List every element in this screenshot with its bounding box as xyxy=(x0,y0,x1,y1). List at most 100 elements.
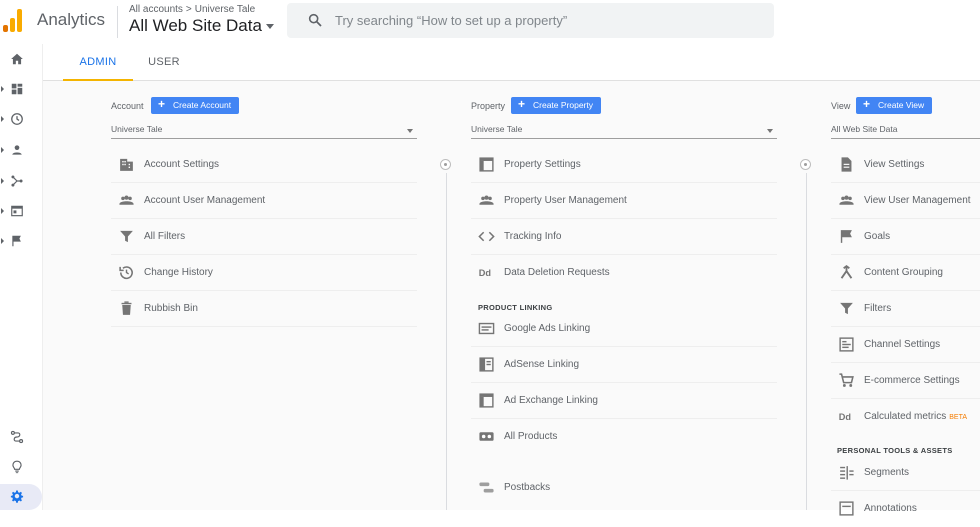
goals-label: Goals xyxy=(864,231,891,242)
postbacks-item[interactable]: Postbacks xyxy=(471,470,777,506)
rail-customization[interactable] xyxy=(0,78,42,102)
rail-conversions[interactable] xyxy=(0,230,42,254)
search-box[interactable]: Try searching “How to set up a property” xyxy=(287,3,774,38)
expand-arrow-icon xyxy=(1,147,4,153)
data-deletion-requests-label: Data Deletion Requests xyxy=(504,267,610,278)
content-grouping-item[interactable]: Content Grouping xyxy=(831,255,980,291)
filters-item[interactable]: Filters xyxy=(831,291,980,327)
all-filters-item[interactable]: All Filters xyxy=(111,219,417,255)
property-user-management-label: Property User Management xyxy=(504,195,627,206)
ecommerce-settings-label: E-commerce Settings xyxy=(864,375,960,386)
all-filters-label: All Filters xyxy=(144,231,186,242)
filter-icon xyxy=(120,230,133,243)
account-settings-label: Account Settings xyxy=(144,159,220,170)
postbacks-label: Postbacks xyxy=(504,482,551,493)
property-header: Property + Create Property xyxy=(471,97,779,115)
rail-audience[interactable] xyxy=(0,139,42,163)
rail-admin[interactable] xyxy=(0,484,42,510)
property-selector[interactable]: Universe Tale xyxy=(471,121,777,139)
ad-exchange-linking-item[interactable]: Ad Exchange Linking xyxy=(471,383,777,419)
column-divider xyxy=(806,173,807,510)
channel-settings-item[interactable]: Channel Settings xyxy=(831,327,980,363)
search-placeholder: Try searching “How to set up a property” xyxy=(335,13,568,28)
rail-discover[interactable] xyxy=(0,456,42,480)
view-settings-item[interactable]: View Settings xyxy=(831,147,980,183)
flag-icon xyxy=(12,235,21,247)
tab-admin[interactable]: ADMIN xyxy=(63,44,133,81)
clock-icon xyxy=(11,113,23,125)
segments-label: Segments xyxy=(864,467,910,478)
caret-down-icon xyxy=(265,24,274,30)
create-property-label: Create Property xyxy=(533,100,593,110)
create-property-button[interactable]: + Create Property xyxy=(511,97,601,114)
rubbish-bin-item[interactable]: Rubbish Bin xyxy=(111,291,417,327)
breadcrumb-all-accounts[interactable]: All accounts xyxy=(129,4,183,15)
ads-icon xyxy=(478,322,495,335)
create-account-button[interactable]: + Create Account xyxy=(151,97,240,114)
account-user-management-item[interactable]: Account User Management xyxy=(111,183,417,219)
channel-settings-label: Channel Settings xyxy=(864,339,941,350)
change-history-item[interactable]: Change History xyxy=(111,255,417,291)
property-user-management-item[interactable]: Property User Management xyxy=(471,183,777,219)
adexchange-icon xyxy=(479,393,494,408)
rail-behavior[interactable] xyxy=(0,200,42,224)
view-settings-label: View Settings xyxy=(864,159,925,170)
change-history-label: Change History xyxy=(144,267,213,278)
all-products-item[interactable]: All Products xyxy=(471,419,777,455)
breadcrumb-account[interactable]: Universe Tale xyxy=(195,4,255,15)
analytics-logo-icon[interactable] xyxy=(2,8,24,32)
view-selector[interactable]: All Web Site Data xyxy=(129,16,274,36)
rail-attribution[interactable] xyxy=(0,426,42,450)
account-selector[interactable]: Universe Tale xyxy=(111,121,417,139)
history-icon xyxy=(119,266,133,280)
view-user-management-item[interactable]: View User Management xyxy=(831,183,980,219)
building-icon xyxy=(120,158,133,171)
data-deletion-requests-item[interactable]: Dd Data Deletion Requests xyxy=(471,255,777,291)
annotations-item[interactable]: Annotations xyxy=(831,491,980,527)
people-icon xyxy=(839,195,854,205)
tracking-info-label: Tracking Info xyxy=(504,231,562,242)
attribution-icon xyxy=(10,430,24,444)
view-label: View xyxy=(831,101,851,111)
svg-text:Dd: Dd xyxy=(839,412,851,422)
dashboard-icon xyxy=(11,83,23,95)
link-icon xyxy=(479,432,494,441)
property-settings-item[interactable]: Property Settings xyxy=(471,147,777,183)
breadcrumb[interactable]: All accounts > Universe Tale xyxy=(129,4,255,15)
annotations-icon xyxy=(839,501,854,516)
left-nav-rail xyxy=(0,44,42,510)
google-ads-linking-item[interactable]: Google Ads Linking xyxy=(471,311,777,347)
code-icon xyxy=(478,231,495,242)
channel-icon xyxy=(839,337,854,352)
column-connector-icon xyxy=(800,159,811,170)
admin-main-area: ADMIN USER Account + Create Account Unive… xyxy=(42,44,980,516)
app-name: Analytics xyxy=(37,10,106,29)
adsense-icon xyxy=(479,357,494,372)
calculated-metrics-item[interactable]: Dd Calculated metrics BETA xyxy=(831,399,980,435)
ecommerce-settings-item[interactable]: E-commerce Settings xyxy=(831,363,980,399)
top-app-bar: Analytics All accounts > Universe Tale All… xyxy=(0,0,980,44)
tracking-info-item[interactable]: Tracking Info xyxy=(471,219,777,255)
account-settings-item[interactable]: Account Settings xyxy=(111,147,417,183)
tab-user[interactable]: USER xyxy=(139,44,189,81)
behavior-icon xyxy=(11,205,23,217)
segments-icon xyxy=(840,466,854,480)
rail-acquisition[interactable] xyxy=(0,170,42,194)
goals-item[interactable]: Goals xyxy=(831,219,980,255)
rail-home[interactable] xyxy=(0,48,42,72)
create-view-button[interactable]: + Create View xyxy=(856,97,933,114)
adsense-linking-item[interactable]: AdSense Linking xyxy=(471,347,777,383)
cart-icon xyxy=(839,373,854,387)
view-selected-value: All Web Site Data xyxy=(831,124,898,134)
rubbish-bin-label: Rubbish Bin xyxy=(144,303,198,314)
account-selected-value: Universe Tale xyxy=(111,124,163,134)
person-icon xyxy=(12,145,22,155)
gear-icon xyxy=(10,490,24,503)
segments-item[interactable]: Segments xyxy=(831,455,980,491)
account-label: Account xyxy=(111,101,144,111)
expand-arrow-icon xyxy=(1,86,4,92)
document-icon xyxy=(841,157,852,172)
view-selector[interactable]: All Web Site Data xyxy=(831,121,980,139)
people-icon xyxy=(479,195,494,205)
rail-realtime[interactable] xyxy=(0,108,42,132)
